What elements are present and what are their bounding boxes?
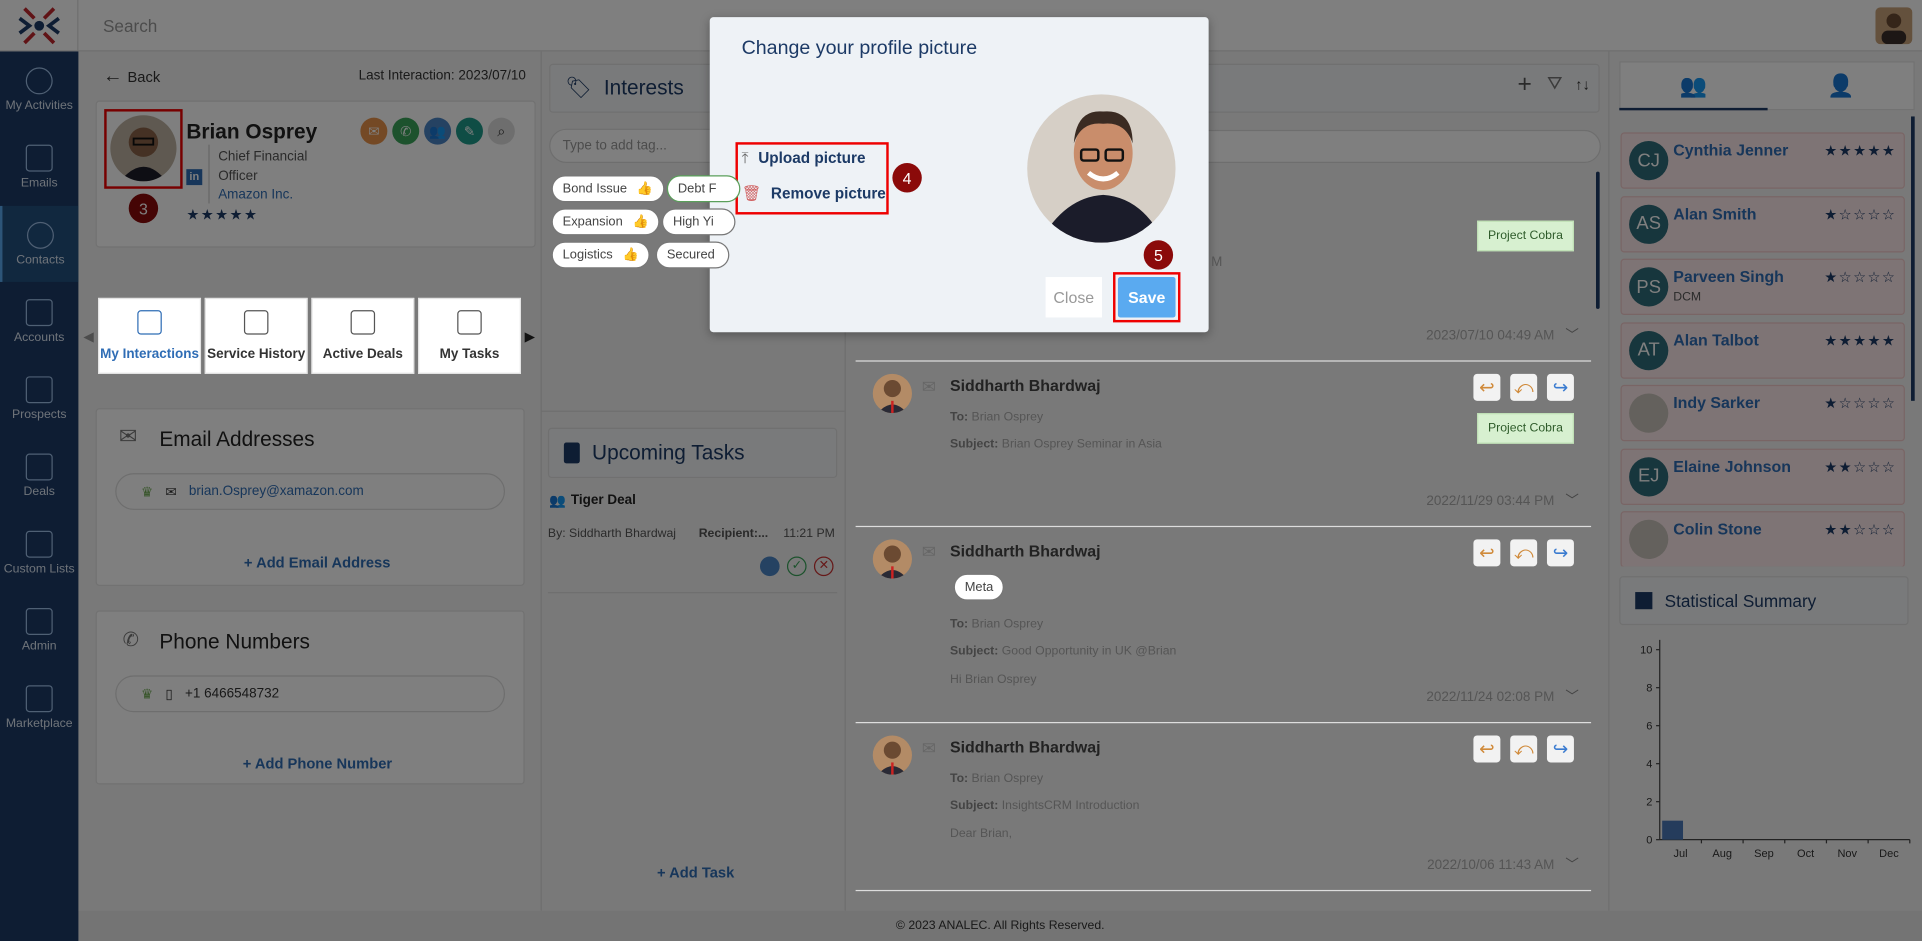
sender-name: Siddharth Bhardwaj: [949, 541, 1101, 561]
reply-icon[interactable]: ↩: [1473, 735, 1501, 763]
to-label: To:: [949, 617, 969, 632]
interest-tag[interactable]: Debt F: [666, 175, 741, 203]
subject-line: Subject: InsightsCRM Introduction: [950, 799, 1139, 812]
tag-label: Secured: [666, 247, 715, 263]
message-body: Hi Brian Osprey: [949, 672, 1037, 687]
sender-avatar: [872, 373, 912, 414]
subject-line: Subject: Good Opportunity in UK @Brian: [950, 645, 1176, 658]
subject-label: Subject:: [949, 437, 999, 452]
interaction-item[interactable]: ✉ Siddharth Bhardwaj ↩ ⤺ ↪ To: Brian Osprey Su…: [855, 362, 1592, 528]
sent-email-icon: ✉: [921, 376, 937, 396]
thumbs-up-icon[interactable]: 👍: [633, 215, 649, 230]
chat-stack-icon: [137, 310, 162, 335]
interest-tag[interactable]: Bond Issue 👍: [551, 175, 664, 203]
tab-active-deals[interactable]: Active Deals: [311, 297, 415, 374]
subject-label: Subject:: [949, 644, 999, 659]
forward-icon[interactable]: ↪: [1546, 539, 1574, 567]
sender-avatar: [872, 735, 912, 775]
reply-icon[interactable]: ↩: [1473, 373, 1501, 401]
partial-text: M: [1211, 254, 1223, 270]
tab-my-interactions[interactable]: My Interactions: [98, 297, 202, 374]
project-tag[interactable]: Project Cobra: [1476, 220, 1574, 252]
to-line: To: Brian Osprey: [950, 618, 1043, 631]
subject-value: Good Opportunity in UK @Brian: [1001, 644, 1177, 659]
sent-email-icon: ✉: [921, 541, 937, 562]
tag-label: Expansion: [562, 214, 623, 230]
clock-history-icon: [243, 310, 269, 335]
thumbs-up-icon[interactable]: 👍: [623, 248, 639, 263]
expand-chevron-icon[interactable]: ﹀: [1565, 686, 1578, 706]
expand-chevron-icon[interactable]: ﹀: [1565, 854, 1578, 874]
tab-my-tasks[interactable]: My Tasks: [417, 297, 521, 374]
subject-label: Subject:: [949, 799, 999, 813]
timestamp: 2023/07/10 04:49 AM: [1426, 328, 1555, 344]
reply-all-icon[interactable]: ⤺: [1510, 373, 1538, 401]
timestamp: 2022/11/24 02:08 PM: [1426, 690, 1555, 705]
sender-name: Siddharth Bhardwaj: [949, 737, 1101, 757]
forward-icon[interactable]: ↪: [1546, 735, 1574, 763]
reply-all-icon[interactable]: ⤺: [1510, 735, 1538, 763]
interaction-item[interactable]: ✉ Siddharth Bhardwaj ↩ ⤺ ↪ To: Brian Osprey Su…: [855, 723, 1592, 892]
tag-label: High Yi: [672, 214, 714, 230]
message-actions: ↩ ⤺ ↪: [1473, 539, 1574, 567]
tab-label: Service History: [207, 346, 306, 362]
subject-line: Subject: Brian Osprey Seminar in Asia: [950, 438, 1162, 451]
sent-email-icon: ✉: [921, 737, 937, 758]
timestamp: 2022/11/29 03:44 PM: [1426, 493, 1555, 509]
subject-value: Brian Osprey Seminar in Asia: [1001, 437, 1162, 452]
modal-title: Change your profile picture: [741, 37, 978, 59]
message-actions: ↩ ⤺ ↪: [1473, 373, 1574, 401]
to-label: To:: [949, 772, 969, 786]
forward-icon[interactable]: ↪: [1546, 373, 1574, 401]
interest-tag[interactable]: Expansion 👍: [551, 208, 660, 236]
reply-icon[interactable]: ↩: [1473, 539, 1501, 567]
tab-service-history[interactable]: Service History: [204, 297, 308, 374]
sender-name: Siddharth Bhardwaj: [949, 376, 1101, 395]
tag-label: Logistics: [562, 247, 613, 263]
tag-label: Bond Issue: [562, 181, 628, 197]
reply-all-icon[interactable]: ⤺: [1510, 539, 1538, 567]
interest-tag[interactable]: Secured: [655, 241, 730, 269]
to-value: Brian Osprey: [971, 617, 1044, 632]
subject-value: InsightsCRM Introduction: [1001, 799, 1140, 813]
to-line: To: Brian Osprey: [950, 411, 1043, 424]
expand-chevron-icon[interactable]: ﹀: [1565, 325, 1578, 345]
tag-label: Debt F: [677, 181, 717, 197]
expand-chevron-icon[interactable]: ﹀: [1565, 490, 1578, 510]
interest-tag[interactable]: High Yi: [661, 208, 736, 236]
sender-avatar: [872, 539, 912, 579]
project-tag[interactable]: Project Cobra: [1476, 413, 1574, 444]
handshake-icon: [350, 310, 376, 335]
thumbs-up-icon[interactable]: 👍: [637, 181, 653, 196]
tab-label: Active Deals: [322, 346, 403, 362]
timestamp: 2022/10/06 11:43 AM: [1427, 858, 1555, 873]
to-label: To:: [949, 410, 969, 425]
interaction-item[interactable]: ✉ Siddharth Bhardwaj ↩ ⤺ ↪ Meta To: Brian Ospr…: [855, 527, 1592, 724]
tab-label: My Tasks: [439, 346, 500, 362]
to-line: To: Brian Osprey: [950, 772, 1043, 785]
message-body: Dear Brian,: [949, 827, 1012, 841]
to-value: Brian Osprey: [971, 772, 1044, 786]
message-tag-chip[interactable]: Meta: [953, 573, 1005, 601]
clipboard-list-icon: [457, 310, 482, 335]
interaction-item[interactable]: M Project Cobra 2023/07/10 04:49 AM ﹀: [855, 113, 1592, 362]
message-actions: ↩ ⤺ ↪: [1473, 735, 1574, 763]
interest-tag[interactable]: Logistics 👍: [551, 241, 650, 269]
to-value: Brian Osprey: [971, 410, 1044, 425]
tab-label: My Interactions: [100, 346, 200, 362]
